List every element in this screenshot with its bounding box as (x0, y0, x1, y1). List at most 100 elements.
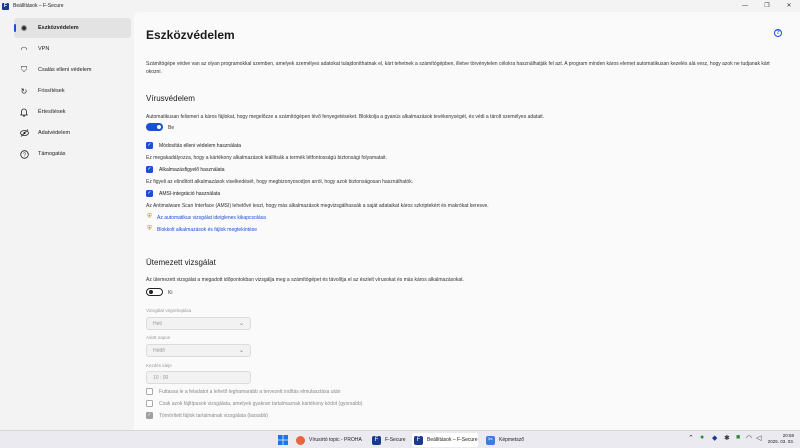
scheduled-scan-heading: Ütemezett vizsgálat (146, 258, 216, 267)
help-icon[interactable]: ? (774, 29, 782, 37)
windows-start-button[interactable] (278, 433, 288, 447)
sidebar-item-label: Adatvédelem (38, 130, 71, 136)
scheduled-toggle-label: Ki (168, 290, 173, 296)
bluetooth-icon[interactable]: ✱ (724, 434, 730, 442)
scheduled-scan-toggle[interactable] (146, 288, 163, 296)
sidebar-item-label: Értesítések (38, 109, 66, 115)
page-title: Eszközvédelem (146, 28, 235, 42)
f-secure-tray-icon[interactable]: ◆ (712, 434, 717, 442)
f-secure-icon: F (372, 435, 381, 445)
checkbox-box (146, 400, 153, 407)
shopping-bag-icon: ⛉ (21, 65, 27, 74)
refresh-icon: ↻ (20, 86, 28, 96)
start-time-value: 10 : 00 (153, 374, 169, 381)
tamper-protection-desc: Ez megakadályozza, hogy a kártékony alka… (146, 155, 387, 161)
pause-scanning-link[interactable]: ⛨ Az automatikus vizsgálat ideiglenes ki… (146, 214, 266, 221)
intro-text: Számítógépe védve van az olyan programok… (146, 61, 770, 75)
sidebar-item-privacy[interactable]: Adatvédelem (14, 123, 131, 143)
frequency-value: Heti (153, 320, 162, 327)
wifi-tray-icon[interactable]: ◠ (746, 434, 752, 442)
svg-text:?: ? (23, 152, 26, 158)
firefox-icon (296, 435, 305, 445)
checkmark-icon: ✓ (146, 412, 153, 419)
sidebar-item-support[interactable]: ? Támogatás (14, 144, 131, 164)
taskbar-task-fsecure[interactable]: F F-Secure (370, 433, 406, 447)
sidebar-item-vpn[interactable]: ◠ VPN (14, 39, 131, 59)
task-label: Vírusirtó topic - PROHA (309, 437, 362, 443)
tamper-protection-checkbox[interactable]: ✓ Módosítás elleni védelem használata (146, 142, 241, 149)
sidebar-item-label: Támogatás (38, 151, 66, 157)
taskbar-clock[interactable]: 20:58 2025. 03. 03. (766, 433, 794, 445)
snipping-tool-icon: ✂ (486, 435, 495, 445)
task-label: F-Secure (385, 437, 406, 443)
task-label: Képmetsző (499, 437, 525, 443)
shield-warning-icon: ⛨ (147, 226, 152, 232)
sidebar: ✺ Eszközvédelem ◠ VPN ⛉ Csalás elleni vé… (0, 12, 140, 430)
f-secure-logo-icon: F (2, 2, 9, 10)
sidebar-item-label: VPN (38, 46, 50, 52)
help-icon: ? (18, 148, 30, 160)
quick-scan-filetypes-checkbox[interactable]: Csak azok fájltípusok vizsgálata, amelye… (146, 400, 362, 407)
sidebar-item-updates[interactable]: ↻ Frissítések (14, 81, 131, 101)
chevron-down-icon: ⌄ (238, 321, 244, 327)
task-label: Beállítások – F-Secure (427, 437, 478, 443)
sidebar-item-device-protection[interactable]: ✺ Eszközvédelem (14, 18, 131, 38)
sidebar-item-label: Frissítések (38, 88, 65, 94)
link-label: Blokkolt alkalmazások és fájlok megtekin… (157, 226, 258, 233)
title-bar: F Beállítások – F-Secure — ❐ ✕ (0, 0, 800, 12)
window-controls: — ❐ ✕ (734, 0, 800, 12)
shield-tray-icon[interactable]: ● (700, 434, 704, 441)
main-content: Eszközvédelem ? Számítógépe védve van az… (134, 12, 800, 430)
minimize-button[interactable]: — (734, 0, 756, 12)
taskbar-task-firefox[interactable]: Vírusirtó topic - PROHA (294, 433, 362, 447)
day-value: Hétfő (153, 347, 165, 354)
scan-archives-checkbox[interactable]: ✓ Tömörített fájlok tartalmának vizsgála… (146, 412, 268, 419)
speaker-icon[interactable]: ◁ (756, 434, 761, 442)
checkbox-label: Alkalmazásfigyelő használata (159, 166, 225, 173)
chevron-up-icon[interactable]: ⌃ (688, 434, 694, 442)
checkbox-label: AMSI-integráció használata (159, 190, 221, 197)
active-indicator (14, 24, 16, 32)
bell-icon (18, 106, 30, 118)
checkbox-label: Tömörített fájlok tartalmának vizsgálata… (159, 412, 268, 419)
run-missed-task-checkbox[interactable]: Futtassa le a feladatot a lehető leghama… (146, 388, 341, 395)
f-secure-icon: F (414, 435, 423, 445)
close-button[interactable]: ✕ (778, 0, 800, 12)
taskbar-task-fsecure-settings[interactable]: F Beállítások – F-Secure (412, 433, 478, 447)
day-select[interactable]: Hétfő ⌄ (146, 344, 251, 357)
windows-start-icon (278, 435, 288, 445)
wifi-icon: ◠ (20, 44, 28, 54)
scheduled-scan-desc: Az ütemezett vizsgálat a megadott időpon… (146, 277, 464, 283)
amsi-desc: Az Antimalware Scan Interface (AMSI) leh… (146, 203, 489, 209)
link-label: Az automatikus vizsgálat ideiglenes kika… (157, 214, 266, 221)
clock-date: 2025. 03. 03. (767, 439, 794, 444)
virus-protection-desc: Automatikusan felismeri a káros fájlokat… (146, 114, 544, 120)
app-tray-icon[interactable]: ■ (736, 434, 740, 441)
checkmark-icon: ✓ (146, 142, 153, 149)
amsi-checkbox[interactable]: ✓ AMSI-integráció használata (146, 190, 220, 197)
app-monitor-checkbox[interactable]: ✓ Alkalmazásfigyelő használata (146, 166, 225, 173)
shield-warning-icon: ⛨ (147, 214, 152, 220)
taskbar: Vírusirtó topic - PROHA F F-Secure F Beá… (0, 430, 800, 448)
sidebar-item-fraud-protection[interactable]: ⛉ Csalás elleni védelem (14, 60, 131, 80)
checkbox-label: Módosítás elleni védelem használata (159, 142, 241, 149)
blocked-items-link[interactable]: ⛨ Blokkolt alkalmazások és fájlok megtek… (146, 226, 257, 233)
start-time-input[interactable]: 10 : 00 (146, 371, 251, 384)
checkbox-box (146, 388, 153, 395)
checkbox-label: Futtassa le a feladatot a lehető leghama… (159, 388, 341, 395)
chevron-down-icon: ⌄ (238, 348, 244, 354)
virus-protection-heading: Vírusvédelem (146, 94, 195, 103)
start-time-label: Kezdés ideje (146, 363, 172, 368)
window-title: Beállítások – F-Secure (13, 3, 64, 9)
virus-protection-toggle[interactable] (146, 123, 163, 131)
sidebar-item-notifications[interactable]: Értesítések (14, 102, 131, 122)
sidebar-item-label: Eszközvédelem (38, 25, 79, 31)
taskbar-task-snipping-tool[interactable]: ✂ Képmetsző (484, 433, 524, 447)
maximize-button[interactable]: ❐ (756, 0, 778, 12)
checkmark-icon: ✓ (146, 166, 153, 173)
checkmark-icon: ✓ (146, 190, 153, 197)
frequency-label: Vizsgálat végrehajtása (146, 308, 192, 313)
day-label: Adott napon (146, 335, 171, 340)
frequency-select[interactable]: Heti ⌄ (146, 317, 251, 330)
sidebar-item-label: Csalás elleni védelem (38, 67, 92, 73)
